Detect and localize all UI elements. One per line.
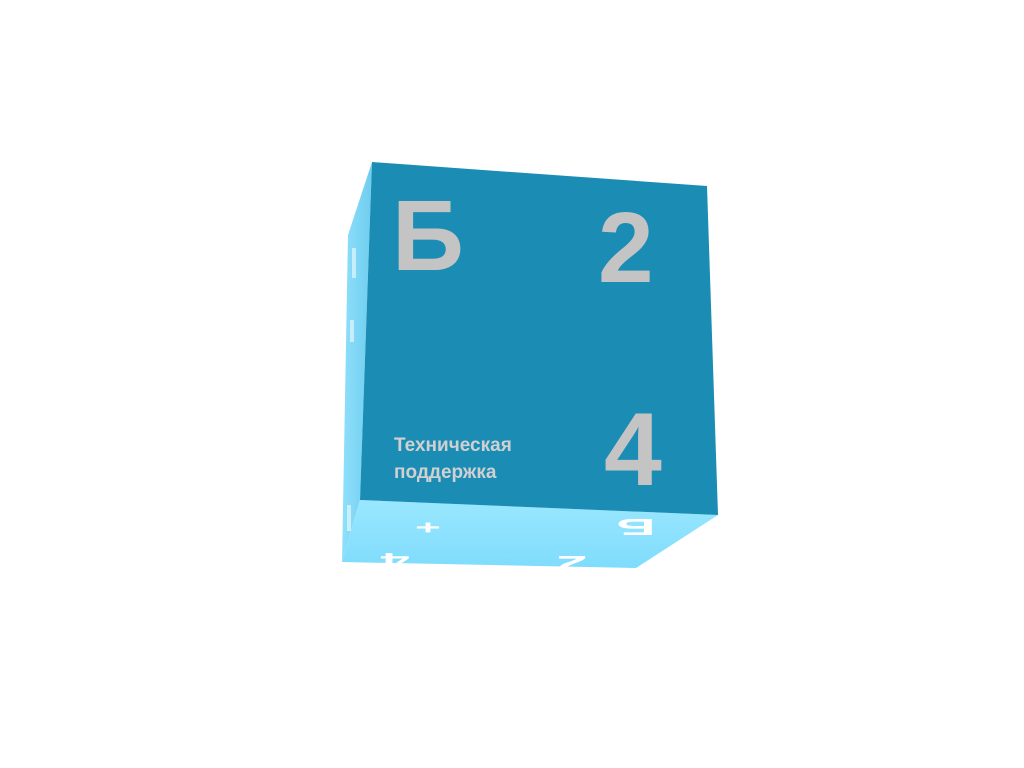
svg-text:Б: Б xyxy=(617,514,656,539)
front-glyph-b: Б xyxy=(392,180,464,292)
bottom-glyph-4: 4 xyxy=(381,548,410,572)
scene: Б 2 4 Техническая поддержка + Б 4 2 xyxy=(0,0,1024,768)
front-glyph-2: 2 xyxy=(598,192,654,304)
bottom-glyph-b: Б xyxy=(617,514,656,539)
front-glyph-4: 4 xyxy=(604,392,662,508)
support-cube[interactable]: Б 2 4 Техническая поддержка + Б 4 2 xyxy=(0,0,1024,768)
bottom-glyph-plus: + xyxy=(415,516,441,538)
bottom-glyph-2: 2 xyxy=(557,551,587,576)
svg-text:2: 2 xyxy=(557,551,587,576)
svg-text:4: 4 xyxy=(381,548,410,572)
support-label-line1: Техническая xyxy=(394,435,512,456)
support-label-line2: поддержка xyxy=(394,462,497,483)
svg-text:+: + xyxy=(415,516,441,538)
